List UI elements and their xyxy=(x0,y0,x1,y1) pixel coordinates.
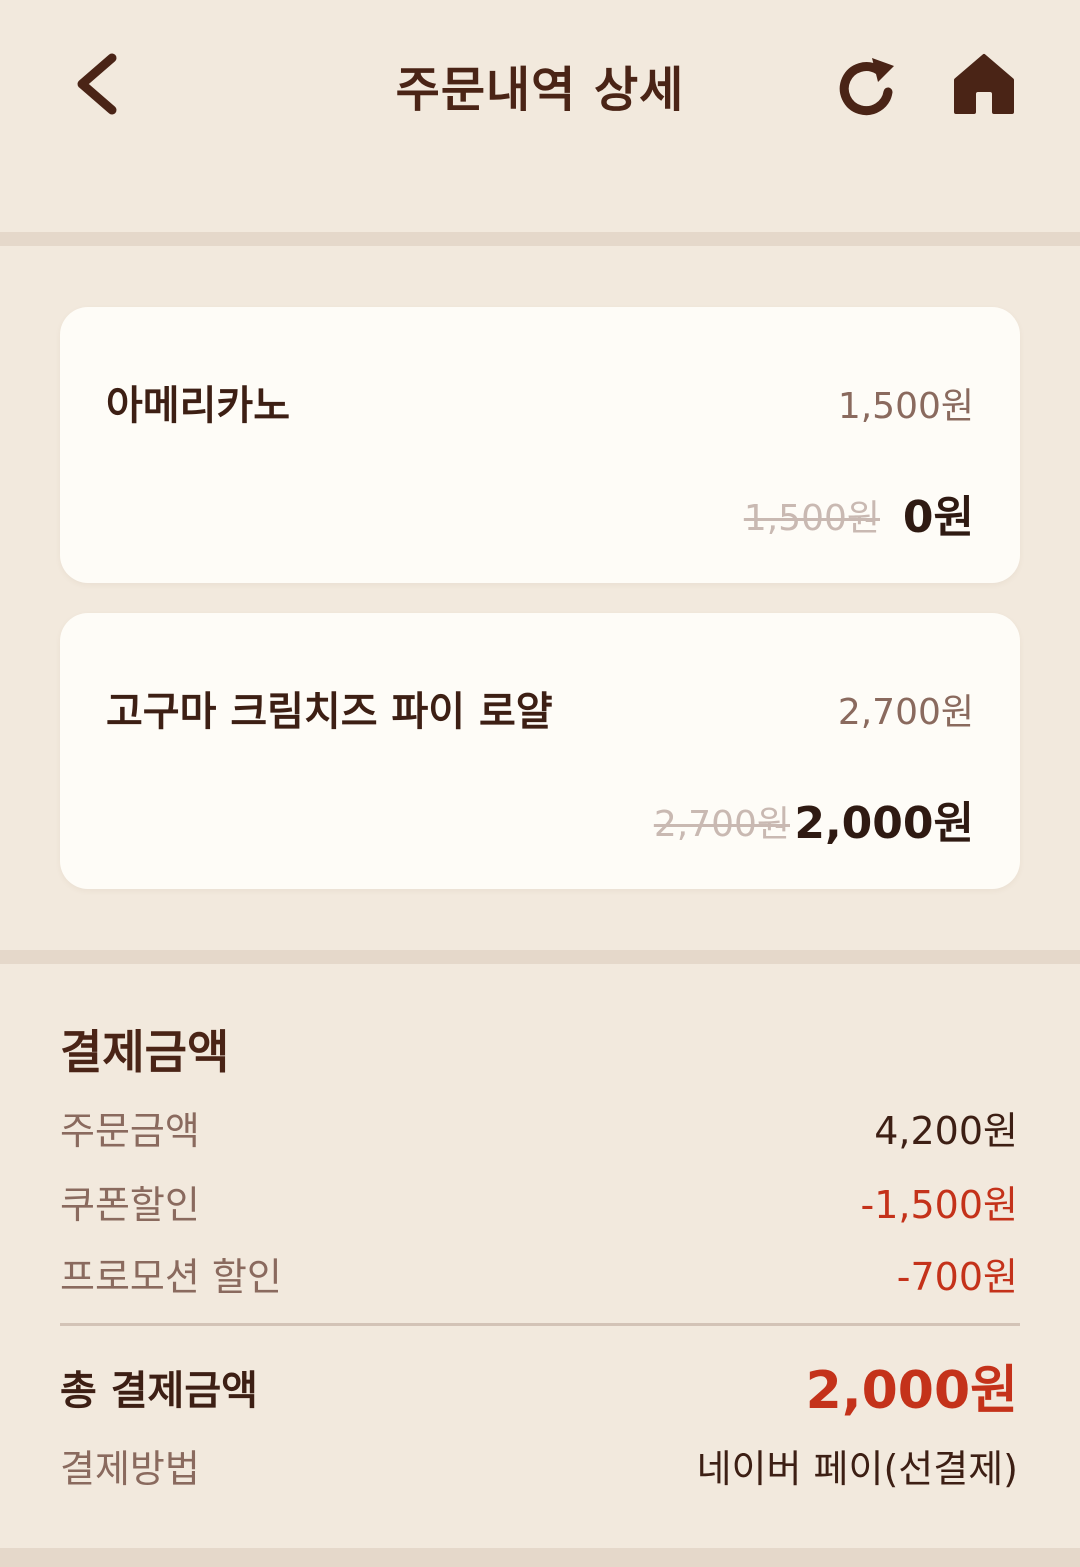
item-final-price: 2,000원 xyxy=(794,798,974,849)
divider xyxy=(0,950,1080,964)
payment-method-value: 네이버 페이(선결제) xyxy=(696,1447,1018,1491)
page-title: 주문내역 상세 xyxy=(395,62,685,118)
coupon-discount-label: 쿠폰할인 xyxy=(60,1183,200,1227)
refresh-icon xyxy=(839,58,894,116)
item-name: 아메리카노 xyxy=(106,383,290,429)
home-button[interactable] xyxy=(950,50,1018,120)
order-amount-label: 주문금액 xyxy=(60,1109,200,1153)
order-item-card: 고구마 크림치즈 파이 로얄 2,700원 2,700원 2,000원 xyxy=(60,613,1020,889)
payment-method-label: 결제방법 xyxy=(60,1447,200,1491)
item-price: 1,500원 xyxy=(837,386,974,427)
item-name: 고구마 크림치즈 파이 로얄 xyxy=(106,689,553,735)
item-original-price: 1,500원 xyxy=(743,498,880,539)
item-final-price: 0원 xyxy=(902,492,974,543)
home-icon xyxy=(954,54,1014,114)
promotion-discount-value: -700원 xyxy=(896,1255,1018,1299)
promotion-discount-label: 프로모션 할인 xyxy=(60,1255,282,1299)
total-payment-value: 2,000원 xyxy=(805,1361,1018,1421)
header: 주문내역 상세 xyxy=(0,0,1080,232)
payment-section-title: 결제금액 xyxy=(60,1025,230,1079)
item-original-price: 2,700원 xyxy=(653,804,790,845)
refresh-button[interactable] xyxy=(832,52,904,124)
coupon-discount-value: -1,500원 xyxy=(860,1183,1018,1227)
order-item-card: 아메리카노 1,500원 1,500원 0원 xyxy=(60,307,1020,583)
divider xyxy=(60,1323,1020,1326)
item-price: 2,700원 xyxy=(837,692,974,733)
total-payment-label: 총 결제금액 xyxy=(60,1368,258,1414)
divider xyxy=(0,232,1080,246)
order-amount-value: 4,200원 xyxy=(874,1109,1018,1153)
divider xyxy=(0,1548,1080,1567)
